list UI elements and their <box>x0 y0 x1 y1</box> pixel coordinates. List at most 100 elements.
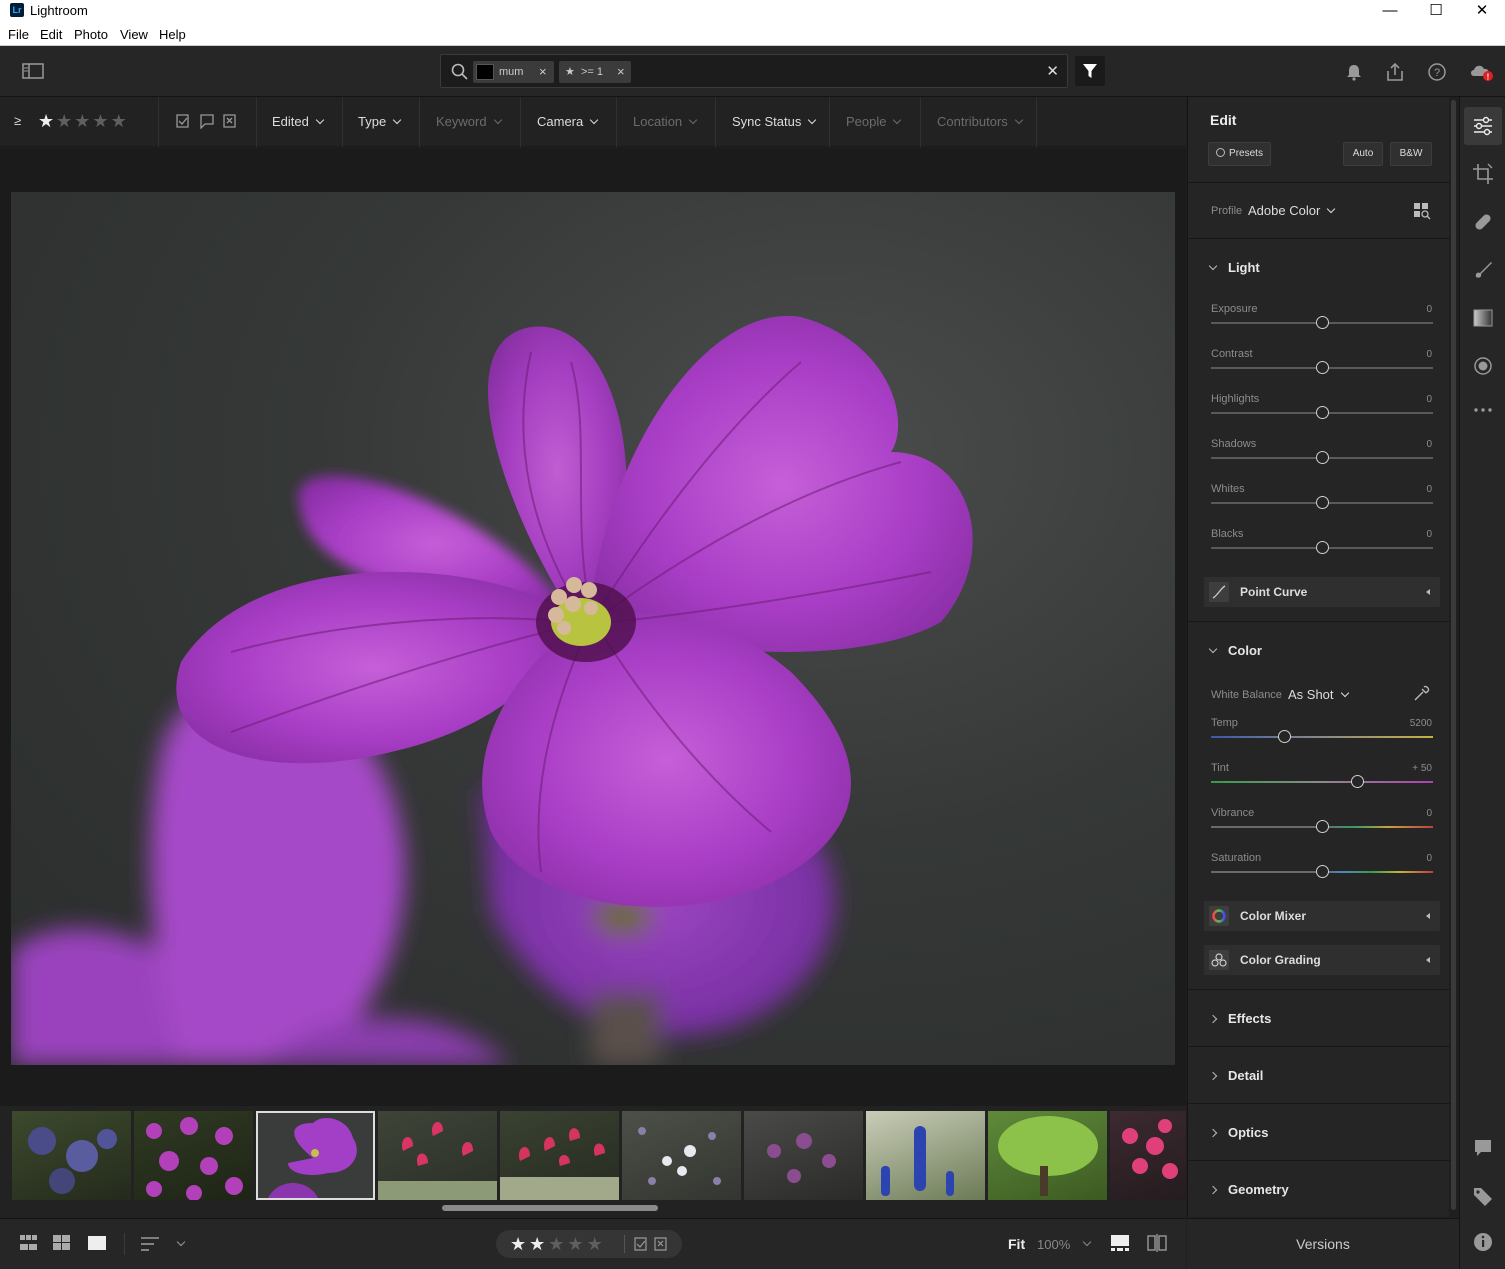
slider-value[interactable]: 0 <box>1426 349 1432 360</box>
slider-handle[interactable] <box>1315 451 1329 464</box>
thumbnail[interactable] <box>378 1111 497 1200</box>
slider-handle[interactable] <box>1315 406 1329 419</box>
slider-value[interactable]: 0 <box>1426 808 1432 819</box>
flag-rejected-icon[interactable] <box>222 113 238 129</box>
square-grid-view-icon[interactable] <box>20 1235 38 1251</box>
scrollbar-thumb[interactable] <box>442 1205 658 1211</box>
thumbnail-selected[interactable] <box>256 1111 375 1200</box>
menu-help[interactable]: Help <box>159 27 186 42</box>
edit-panel-scrollbar[interactable] <box>1451 100 1456 1210</box>
slider-handle[interactable] <box>1351 775 1365 788</box>
cloud-sync-error-icon[interactable]: ! <box>1468 61 1496 83</box>
slider-value[interactable]: 0 <box>1426 529 1432 540</box>
slider-handle[interactable] <box>1315 541 1329 554</box>
rating-filter-stars[interactable]: ★★★★★ <box>38 111 129 132</box>
star-icon[interactable]: ★ <box>56 111 74 131</box>
star-icon[interactable]: ★ <box>587 1234 606 1254</box>
slider-value[interactable]: 0 <box>1426 853 1432 864</box>
profile-dropdown[interactable]: Adobe Color <box>1248 203 1336 218</box>
sort-icon[interactable] <box>141 1236 161 1252</box>
edit-sliders-icon[interactable] <box>1472 115 1494 137</box>
healing-bandage-icon[interactable] <box>1472 211 1494 233</box>
slider-handle[interactable] <box>1315 496 1329 509</box>
zoom-level[interactable]: 100% <box>1037 1237 1070 1252</box>
star-icon[interactable]: ★ <box>92 111 110 131</box>
filter-location-dropdown[interactable]: Location <box>633 114 698 129</box>
filter-camera-dropdown[interactable]: Camera <box>537 114 599 129</box>
linear-gradient-icon[interactable] <box>1472 307 1494 329</box>
thumbnail[interactable] <box>866 1111 985 1200</box>
star-icon[interactable]: ★ <box>38 111 56 131</box>
eyedropper-icon[interactable] <box>1412 685 1430 703</box>
point-curve-panel[interactable]: Point Curve <box>1204 577 1440 607</box>
slider-handle[interactable] <box>1277 730 1291 743</box>
radial-gradient-icon[interactable] <box>1472 355 1494 377</box>
pick-flag-icon[interactable] <box>634 1237 648 1251</box>
minimize-button[interactable]: — <box>1367 0 1413 23</box>
filmstrip-toggle-icon[interactable] <box>1110 1234 1130 1252</box>
white-balance-dropdown[interactable]: As Shot <box>1288 687 1349 702</box>
filter-edited-dropdown[interactable]: Edited <box>272 114 325 129</box>
slider-value[interactable]: 0 <box>1426 439 1432 450</box>
zoom-chevron-down-icon[interactable] <box>1082 1237 1092 1247</box>
flag-unflagged-icon[interactable] <box>199 113 215 129</box>
slider-value[interactable]: + 50 <box>1412 763 1432 774</box>
menu-photo[interactable]: Photo <box>74 27 108 42</box>
optics-section-header[interactable]: Optics <box>1208 1125 1268 1140</box>
maximize-button[interactable]: ☐ <box>1413 0 1459 23</box>
rating-operator[interactable]: ≥ <box>14 113 21 128</box>
more-options-icon[interactable] <box>1472 399 1494 421</box>
thumbnail[interactable] <box>134 1111 253 1200</box>
filter-sync-status-dropdown[interactable]: Sync Status <box>732 114 817 129</box>
slider-track[interactable] <box>1211 736 1433 738</box>
flag-picked-icon[interactable] <box>175 113 191 129</box>
star-icon[interactable]: ★ <box>567 1234 586 1254</box>
star-icon[interactable]: ★ <box>548 1234 567 1254</box>
menu-file[interactable]: File <box>8 27 29 42</box>
light-section-header[interactable]: Light <box>1208 260 1260 275</box>
profile-browser-icon[interactable] <box>1413 202 1431 220</box>
main-photo[interactable] <box>11 192 1175 1065</box>
filter-keyword-dropdown[interactable]: Keyword <box>436 114 502 129</box>
bw-button[interactable]: B&W <box>1390 142 1432 166</box>
star-icon[interactable]: ★ <box>74 111 92 131</box>
color-mixer-panel[interactable]: Color Mixer <box>1204 901 1440 931</box>
zoom-fit-button[interactable]: Fit <box>1008 1236 1025 1252</box>
presets-button[interactable]: Presets <box>1208 142 1271 166</box>
photo-rating-stars[interactable]: ★★★★★ <box>510 1234 606 1255</box>
effects-section-header[interactable]: Effects <box>1208 1011 1271 1026</box>
comment-icon[interactable] <box>1472 1137 1494 1159</box>
filmstrip-scrollbar[interactable] <box>0 1200 1186 1216</box>
search-chip-text[interactable]: mum × <box>473 61 554 83</box>
sort-chevron-down-icon[interactable] <box>176 1237 186 1247</box>
crop-icon[interactable] <box>1472 163 1494 185</box>
detail-view-icon[interactable] <box>88 1236 106 1250</box>
auto-button[interactable]: Auto <box>1343 142 1383 166</box>
detail-section-header[interactable]: Detail <box>1208 1068 1263 1083</box>
chip-remove-icon[interactable]: × <box>539 61 547 83</box>
thumbnail[interactable] <box>1110 1111 1186 1200</box>
slider-track[interactable] <box>1211 781 1433 783</box>
share-icon[interactable] <box>1385 62 1405 82</box>
search-chip-rating[interactable]: ★ >= 1 × <box>559 61 631 83</box>
info-icon[interactable] <box>1472 1231 1494 1253</box>
filter-type-dropdown[interactable]: Type <box>358 114 402 129</box>
star-icon[interactable]: ★ <box>111 111 129 131</box>
color-grading-panel[interactable]: Color Grading <box>1204 945 1440 975</box>
slider-value[interactable]: 0 <box>1426 304 1432 315</box>
star-icon[interactable]: ★ <box>510 1234 529 1254</box>
filter-contributors-dropdown[interactable]: Contributors <box>937 114 1024 129</box>
photo-grid-view-icon[interactable] <box>53 1235 71 1251</box>
menu-edit[interactable]: Edit <box>40 27 62 42</box>
menu-view[interactable]: View <box>120 27 148 42</box>
brush-icon[interactable] <box>1472 259 1494 281</box>
slider-handle[interactable] <box>1315 316 1329 329</box>
compare-view-icon[interactable] <box>1147 1234 1167 1252</box>
bell-icon[interactable] <box>1345 63 1363 81</box>
reject-flag-icon[interactable] <box>654 1237 668 1251</box>
close-button[interactable]: ✕ <box>1459 0 1505 23</box>
star-icon[interactable]: ★ <box>529 1234 548 1254</box>
color-section-header[interactable]: Color <box>1208 643 1262 658</box>
versions-button[interactable]: Versions <box>1187 1218 1459 1269</box>
thumbnail[interactable] <box>622 1111 741 1200</box>
